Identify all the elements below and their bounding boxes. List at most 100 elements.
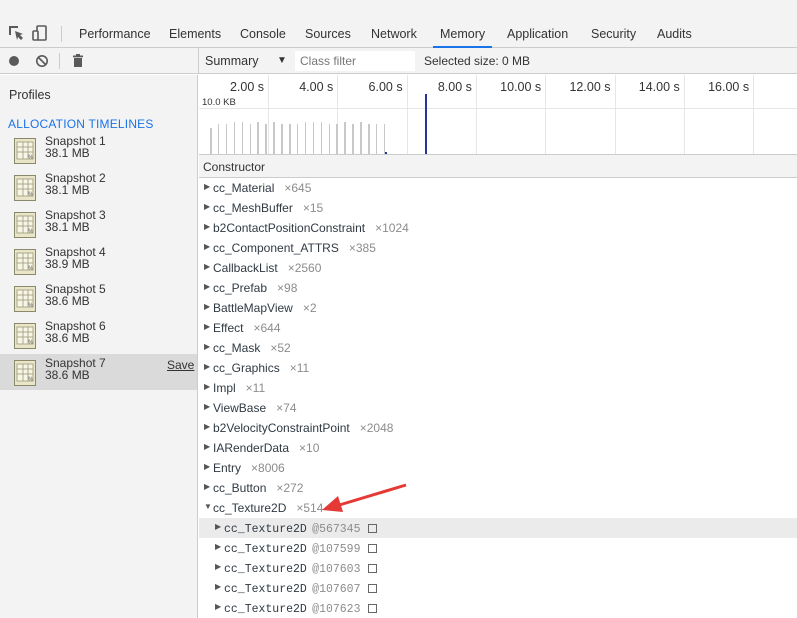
tab-elements[interactable]: Elements [162,18,228,48]
snapshot-item[interactable]: % Snapshot 5 38.6 MB [0,280,197,316]
clear-icon[interactable] [33,52,51,70]
constructor-name: b2ContactPositionConstraint [213,221,366,235]
expand-right-icon[interactable]: ▶ [204,262,210,271]
object-row[interactable]: ▶ cc_Texture2D @107623 [199,598,797,618]
expand-right-icon[interactable]: ▶ [204,342,210,351]
table-row[interactable]: ▶ cc_Graphics ×11 [199,358,797,378]
inspect-element-icon[interactable] [7,24,25,42]
expand-right-icon[interactable]: ▶ [204,482,210,491]
expand-right-icon[interactable]: ▶ [215,562,221,571]
tab-security[interactable]: Security [584,18,643,48]
table-row[interactable]: ▼ cc_Texture2D ×514 [199,498,797,518]
table-row[interactable]: ▶ Entry ×8006 [199,458,797,478]
object-cell: cc_Texture2D @107603 [224,561,378,576]
expand-right-icon[interactable]: ▶ [204,302,210,311]
expand-right-icon[interactable]: ▶ [204,442,210,451]
table-row[interactable]: ▶ cc_Button ×272 [199,478,797,498]
instance-count: ×15 [302,201,324,215]
tab-audits[interactable]: Audits [650,18,699,48]
expand-right-icon[interactable]: ▶ [204,422,210,431]
expand-right-icon[interactable]: ▶ [204,182,210,191]
table-row[interactable]: ▶ cc_Component_ATTRS ×385 [199,238,797,258]
constructor-cell: cc_Prefab ×98 [213,281,297,295]
save-button[interactable]: Save [167,358,194,372]
timeline-tick-label: 6.00 s [368,80,403,94]
table-row[interactable]: ▶ cc_Material ×645 [199,178,797,198]
snapshot-item[interactable]: % Snapshot 3 38.1 MB [0,206,197,242]
object-row[interactable]: ▶ cc_Texture2D @567345 [199,518,797,538]
store-as-global-icon[interactable] [368,524,378,533]
table-row[interactable]: ▶ cc_Mask ×52 [199,338,797,358]
snapshot-size: 38.1 MB [45,220,90,234]
table-row[interactable]: ▶ cc_MeshBuffer ×15 [199,198,797,218]
constructor-name: ViewBase [213,401,267,415]
expand-right-icon[interactable]: ▶ [204,382,210,391]
record-icon[interactable] [5,52,23,70]
snapshot-item[interactable]: % Snapshot 1 38.1 MB [0,132,197,168]
snapshot-item[interactable]: % Snapshot 7 38.6 MB Save [0,354,197,390]
object-name: cc_Texture2D [224,603,307,616]
allocation-timeline[interactable]: 2.00 s 4.00 s 6.00 s 8.00 s 10.00 s 12.00 s 14… [199,75,797,155]
object-row[interactable]: ▶ cc_Texture2D @107599 [199,538,797,558]
instance-count: ×52 [270,341,291,355]
object-row[interactable]: ▶ cc_Texture2D @107607 [199,578,797,598]
table-row[interactable]: ▶ IARenderData ×10 [199,438,797,458]
expand-right-icon[interactable]: ▶ [204,362,210,371]
trash-icon[interactable] [69,52,87,70]
snapshot-item[interactable]: % Snapshot 2 38.1 MB [0,169,197,205]
object-row[interactable]: ▶ cc_Texture2D @107603 [199,558,797,578]
expand-right-icon[interactable]: ▶ [204,402,210,411]
expand-down-icon[interactable]: ▼ [204,502,212,511]
tab-memory[interactable]: Memory [433,18,493,48]
table-row[interactable]: ▶ Impl ×11 [199,378,797,398]
object-id: @567345 [312,523,361,536]
tab-application[interactable]: Application [500,18,575,48]
column-header-constructor[interactable]: Constructor [203,160,265,174]
instance-count: ×98 [277,281,298,295]
grid-header[interactable]: Constructor [199,155,797,178]
expand-right-icon[interactable]: ▶ [204,202,210,211]
allocation-bar [320,122,323,154]
store-as-global-icon[interactable] [368,584,378,593]
tab-sources[interactable]: Sources [298,18,358,48]
devtools-tab-bar: Performance Elements Console Sources Network… [0,18,797,48]
snapshot-item[interactable]: % Snapshot 4 38.9 MB [0,243,197,279]
constructor-name: cc_Button [213,481,267,495]
table-row[interactable]: ▶ b2ContactPositionConstraint ×1024 [199,218,797,238]
allocation-bar [289,124,291,154]
tab-console[interactable]: Console [233,18,293,48]
expand-right-icon[interactable]: ▶ [215,542,221,551]
chevron-down-icon[interactable]: ▼ [277,48,287,74]
store-as-global-icon[interactable] [368,564,378,573]
tab-performance[interactable]: Performance [72,18,158,48]
class-filter-input[interactable] [295,51,415,71]
constructor-name: cc_Graphics [213,361,280,375]
selected-allocation-bar[interactable] [425,94,427,154]
table-row[interactable]: ▶ Effect ×644 [199,318,797,338]
expand-right-icon[interactable]: ▶ [215,582,221,591]
expand-right-icon[interactable]: ▶ [204,462,210,471]
store-as-global-icon[interactable] [368,604,378,613]
expand-right-icon[interactable]: ▶ [204,282,210,291]
instance-count: ×644 [253,321,281,335]
tab-network[interactable]: Network [364,18,424,48]
expand-right-icon[interactable]: ▶ [215,522,221,531]
table-row[interactable]: ▶ b2VelocityConstraintPoint ×2048 [199,418,797,438]
table-row[interactable]: ▶ cc_Prefab ×98 [199,278,797,298]
device-toggle-icon[interactable] [32,24,50,42]
expand-right-icon[interactable]: ▶ [215,602,221,611]
table-row[interactable]: ▶ BattleMapView ×2 [199,298,797,318]
expand-right-icon[interactable]: ▶ [204,222,210,231]
expand-right-icon[interactable]: ▶ [204,242,210,251]
allocation-bar [281,124,283,154]
table-row[interactable]: ▶ CallbackList ×2560 [199,258,797,278]
expand-right-icon[interactable]: ▶ [204,322,210,331]
instance-count: ×2560 [287,261,322,275]
allocation-bar [352,124,354,154]
snapshot-item[interactable]: % Snapshot 6 38.6 MB [0,317,197,353]
svg-text:%: % [28,266,34,272]
allocation-bar [360,122,362,154]
table-row[interactable]: ▶ ViewBase ×74 [199,398,797,418]
store-as-global-icon[interactable] [368,544,378,553]
view-select[interactable]: Summary [205,48,258,74]
